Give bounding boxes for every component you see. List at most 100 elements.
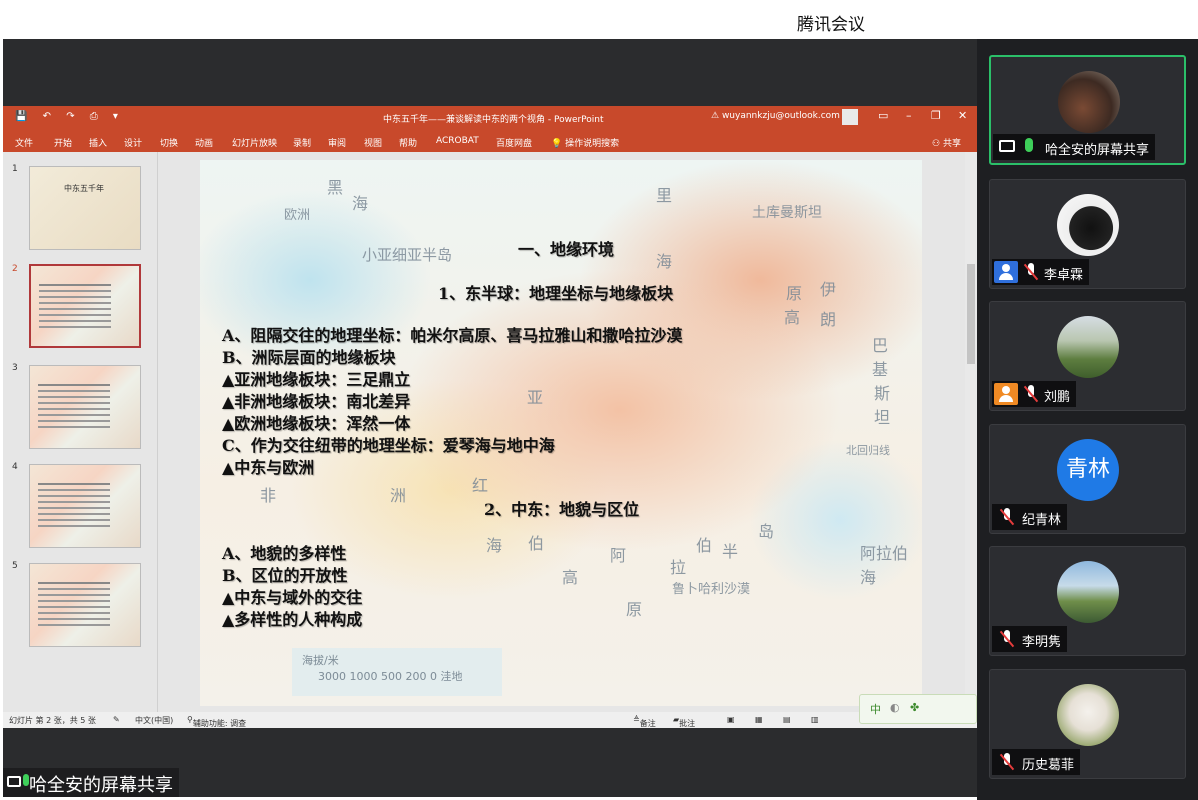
tab-design[interactable]: 设计 [124, 136, 142, 149]
map-label: 朗 [820, 310, 837, 329]
participant-tile[interactable]: 李明隽 [989, 546, 1186, 656]
tab-animations[interactable]: 动画 [195, 136, 213, 149]
map-label: 拉 [670, 558, 687, 577]
close-icon[interactable]: ✕ [958, 109, 967, 122]
tab-home[interactable]: 开始 [54, 136, 72, 149]
ime-mode[interactable]: 中 [870, 701, 881, 717]
map-label: 小亚细亚半岛 [362, 246, 453, 264]
slide-line: A、地貌的多样性 [222, 544, 347, 563]
share-label: 共享 [942, 139, 961, 149]
ime-mascot-icon[interactable]: ✤ [910, 701, 919, 714]
normal-view-icon[interactable]: ▣ [727, 715, 735, 724]
slideshow-view-icon[interactable]: ▥ [811, 715, 819, 724]
notes-button[interactable]: ≜ 备注 [633, 715, 656, 728]
share-button[interactable]: ⚇ 共享 [932, 136, 961, 149]
avatar [1058, 71, 1120, 133]
participant-tile[interactable]: 哈全安的屏幕共享 [989, 55, 1186, 165]
vertical-scrollbar[interactable] [965, 152, 977, 714]
participant-panel: 哈全安的屏幕共享 李卓霖 刘鹏 青林 纪青林 李明隽 历史葛菲 [977, 39, 1198, 800]
tell-me-search[interactable]: 💡 操作说明搜索 [551, 136, 619, 149]
participant-name: 哈全安的屏幕共享 [1045, 143, 1150, 158]
screen-share-label: 哈全安的屏幕共享 [29, 775, 173, 796]
map-label: 洲 [390, 486, 407, 505]
minimize-icon[interactable]: – [906, 109, 912, 122]
ime-moon-icon[interactable]: ◐ [890, 701, 900, 714]
map-label: 伊 [820, 280, 837, 299]
slide-subheading-1: 1、东半球：地理坐标与地缘板块 [438, 284, 674, 303]
tab-record[interactable]: 录制 [293, 136, 311, 149]
map-label: 半 [722, 542, 739, 561]
tab-slideshow[interactable]: 幻灯片放映 [232, 136, 277, 149]
avatar [1057, 561, 1119, 623]
tab-view[interactable]: 视图 [364, 136, 382, 149]
map-label: 原 [786, 284, 803, 303]
participant-tile[interactable]: 青林 纪青林 [989, 424, 1186, 534]
map-label: 海 [656, 252, 673, 271]
current-slide[interactable]: 黑 海 里 海 土库曼斯坦 欧洲 小亚细亚半岛 亚 非 洲 红 海 伯 阿 拉 … [200, 160, 922, 706]
participant-name: 纪青林 [1022, 513, 1062, 528]
tab-transitions[interactable]: 切换 [160, 136, 178, 149]
accessibility-status[interactable]: ⚲ 辅助功能: 调查 [187, 715, 246, 728]
thumb-number: 4 [12, 462, 18, 472]
participant-name-tag: 李卓霖 [992, 259, 1090, 285]
mic-muted-icon [1024, 263, 1038, 280]
account-email[interactable]: ⚠ wuyannkzju@outlook.com [711, 111, 840, 121]
participant-name: 李明隽 [1022, 635, 1062, 650]
map-label: 土库曼斯坦 [752, 205, 822, 221]
scrollbar-thumb[interactable] [967, 264, 975, 364]
legend-values: 3000 1000 500 200 0 洼地 [318, 670, 463, 683]
participant-tile[interactable]: 刘鹏 [989, 301, 1186, 411]
slide-line: B、洲际层面的地缘板块 [222, 348, 396, 367]
slide-thumbnail-2[interactable] [29, 264, 141, 348]
tab-acrobat[interactable]: ACROBAT [436, 136, 479, 146]
comments-button[interactable]: ▰ 批注 [673, 715, 695, 728]
map-label: 红 [472, 476, 489, 495]
avatar [1057, 316, 1119, 378]
tab-baidu[interactable]: 百度网盘 [496, 136, 532, 149]
slide-thumbnail-4[interactable] [29, 464, 141, 548]
tab-help[interactable]: 帮助 [399, 136, 417, 149]
slide-thumbnail-5[interactable] [29, 563, 141, 647]
map-label: 巴 [872, 336, 889, 355]
language-status[interactable]: 中文(中国) [135, 715, 173, 726]
slide-thumbnail-3[interactable] [29, 365, 141, 449]
ribbon-tabs: 文件 开始 插入 设计 切换 动画 幻灯片放映 录制 审阅 视图 帮助 ACRO… [3, 128, 977, 152]
tell-me-label: 操作说明搜索 [565, 139, 620, 149]
tab-file[interactable]: 文件 [15, 136, 33, 149]
app-title: 腾讯会议 [797, 15, 865, 35]
mic-muted-icon [1000, 753, 1014, 770]
slide-count: 幻灯片 第 2 张，共 5 张 [9, 716, 96, 725]
participant-tile[interactable]: 李卓霖 [989, 179, 1186, 289]
slide-line: C、作为交往纽带的地理坐标：爱琴海与地中海 [222, 436, 555, 455]
map-label: 海 [486, 536, 503, 555]
thumb-number: 2 [12, 264, 18, 274]
reading-view-icon[interactable]: ▤ [783, 715, 791, 724]
ime-toolbar[interactable]: 中 ◐ ✤ [859, 694, 977, 724]
slide-thumbnail-1[interactable]: 中东五千年 [29, 166, 141, 250]
mic-muted-icon [1024, 385, 1038, 402]
screen-share-tag: 哈全安的屏幕共享 [3, 768, 179, 797]
restore-icon[interactable]: ❐ [931, 109, 941, 122]
accessibility-label: 辅助功能: 调查 [192, 719, 247, 728]
account-avatar-icon[interactable] [842, 109, 858, 125]
slide-line: ▲欧洲地缘板块：浑然一体 [222, 414, 411, 433]
slide-line: B、区位的开放性 [222, 566, 348, 585]
tab-insert[interactable]: 插入 [89, 136, 107, 149]
quick-access-toolbar[interactable]: 💾 ↶ ↷ ⎙ ▾ [15, 111, 124, 122]
thumb-number: 3 [12, 363, 18, 373]
map-label: 里 [656, 186, 673, 205]
slide-line: ▲多样性的人种构成 [222, 610, 363, 629]
thumb-number: 5 [12, 561, 18, 571]
sorter-view-icon[interactable]: ▦ [755, 715, 763, 724]
tab-review[interactable]: 审阅 [328, 136, 346, 149]
slide-thumbnails-pane: 1 中东五千年 2 3 4 5 [3, 152, 158, 714]
avatar [1057, 684, 1119, 746]
map-label: 坦 [874, 408, 891, 427]
elevation-legend: 海拔/米 3000 1000 500 200 0 洼地 [292, 648, 502, 696]
map-label: 高 [562, 568, 579, 587]
spellcheck-icon[interactable]: ✎ [113, 715, 120, 724]
ribbon-display-icon[interactable]: ▭ [878, 109, 888, 122]
map-label: 高 [784, 308, 801, 327]
participant-tile[interactable]: 历史葛菲 [989, 669, 1186, 779]
thumb1-title: 中东五千年 [64, 184, 104, 193]
